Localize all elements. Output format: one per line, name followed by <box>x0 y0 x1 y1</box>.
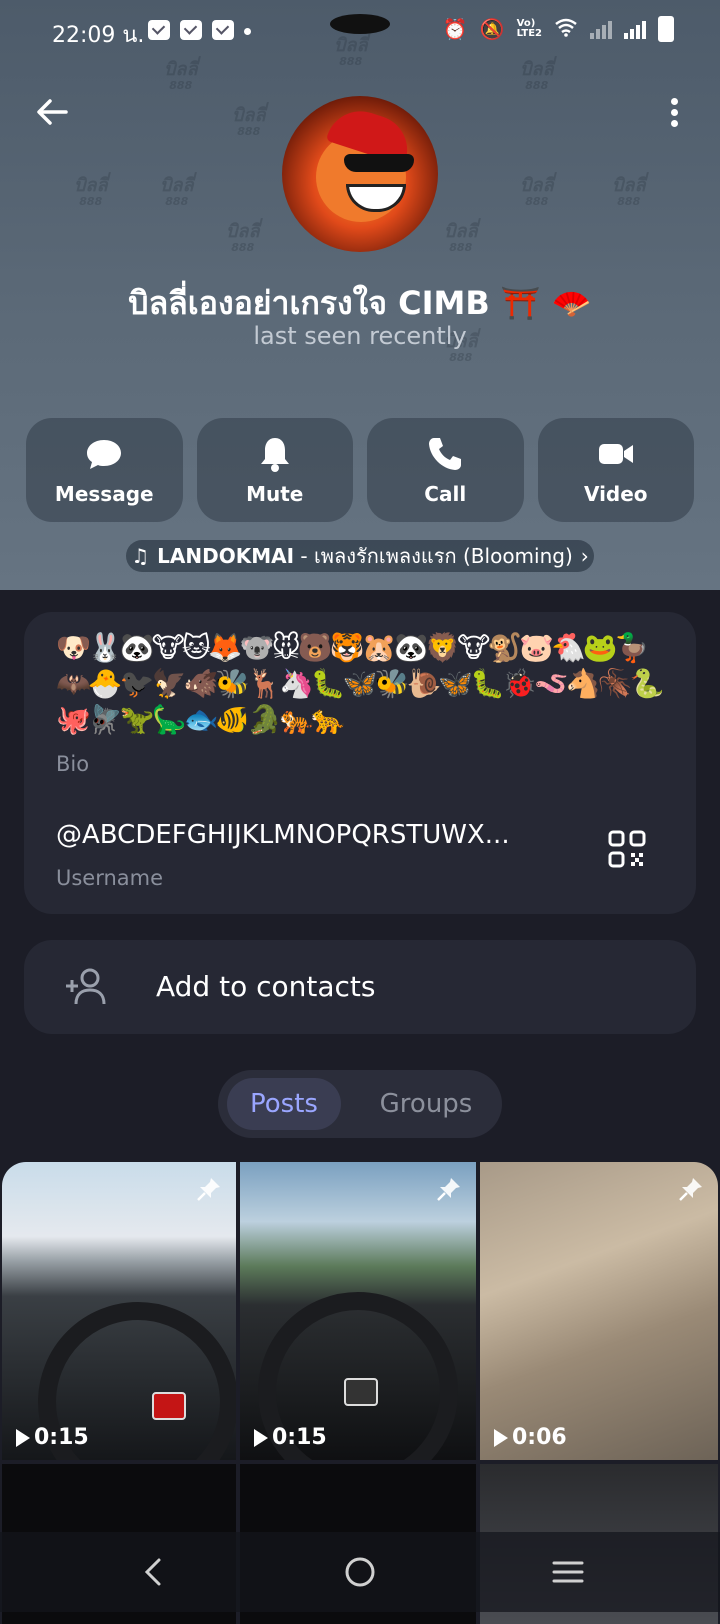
video-button[interactable]: Video <box>537 418 694 522</box>
message-button[interactable]: Message <box>26 418 183 522</box>
status-bar: 22:09 น. ⏰ 🔕 Vo) LTE2 <box>0 0 720 60</box>
music-separator: - <box>294 544 314 568</box>
signal-sim2-icon <box>624 19 646 39</box>
tab-groups[interactable]: Groups <box>358 1078 494 1130</box>
profile-tabs: Posts Groups <box>218 1070 502 1138</box>
music-artist: LANDOKMAI <box>157 544 295 568</box>
username-label: Username <box>56 866 164 890</box>
system-nav-bar <box>0 1532 720 1612</box>
chevron-right-icon: › <box>580 544 589 568</box>
watermark: บิลลี่ 888 <box>74 175 108 209</box>
watermark: บิลลี่ 888 <box>612 175 646 209</box>
bell-icon <box>260 438 289 472</box>
mail-notification-icon <box>180 20 202 40</box>
post-tile[interactable]: 0:15 <box>240 1162 476 1460</box>
signal-sim1-icon <box>590 19 612 39</box>
tab-posts[interactable]: Posts <box>227 1078 341 1130</box>
video-duration: 0:15 <box>254 1425 327 1450</box>
phone-icon <box>429 438 462 470</box>
avatar-sunglasses <box>344 154 414 172</box>
pin-icon <box>437 1178 460 1201</box>
pin-icon <box>679 1178 702 1201</box>
camera-cutout <box>330 14 390 34</box>
nav-back-icon[interactable] <box>134 1552 174 1592</box>
bio-text: 🐶🐰🐼🐮🐱🦊🐨🐭🐻🐯🐹🐼🦁🐮🐒🐷🐔🐸🦆🦇🐣🐦‍⬛🦅🐗🐝🦌🦄🐛🦋🐝🐌🦋🐛🐞🪱🐴🪳🐍… <box>56 631 664 736</box>
add-to-contacts-row[interactable]: Add to contacts <box>24 940 696 1034</box>
watermark: บิลลี่ 888 <box>160 175 194 209</box>
action-buttons: Message Mute Call Video <box>26 418 694 522</box>
bio-label: Bio <box>56 752 90 776</box>
message-label: Message <box>54 482 154 506</box>
call-button[interactable]: Call <box>367 418 524 522</box>
watermark: บิลลี่ 888 <box>232 105 266 139</box>
mute-label: Mute <box>246 482 304 506</box>
clock: 22:09 น. <box>52 23 145 48</box>
volte-icon: Vo) LTE2 <box>516 18 542 39</box>
post-tile[interactable]: 0:06 <box>480 1162 718 1460</box>
play-icon <box>16 1428 30 1447</box>
call-label: Call <box>424 482 467 506</box>
music-title: เพลงรักเพลงแรก (Blooming) <box>313 544 573 568</box>
mail-notification-icon <box>212 20 234 40</box>
alarm-icon: ⏰ <box>442 17 468 41</box>
music-note-icon: ♫ <box>131 544 150 568</box>
nav-home-icon[interactable] <box>340 1552 380 1592</box>
mute-button[interactable]: Mute <box>196 418 353 522</box>
system-icons: ⏰ 🔕 Vo) LTE2 <box>443 16 674 42</box>
nav-recents-icon[interactable] <box>548 1552 588 1592</box>
back-button[interactable] <box>32 92 72 132</box>
video-icon <box>598 444 633 464</box>
video-duration: 0:06 <box>494 1425 567 1450</box>
video-label: Video <box>583 482 648 506</box>
more-options-button[interactable] <box>664 94 684 134</box>
mute-bell-icon: 🔕 <box>479 17 505 41</box>
video-duration: 0:15 <box>16 1425 89 1450</box>
honda-logo <box>152 1392 186 1420</box>
watermark: บิลลี่ 888 <box>226 221 260 255</box>
battery-icon <box>658 16 674 42</box>
info-card: 🐶🐰🐼🐮🐱🦊🐨🐭🐻🐯🐹🐼🦁🐮🐒🐷🐔🐸🦆🦇🐣🐦‍⬛🦅🐗🐝🦌🦄🐛🦋🐝🐌🦋🐛🐞🪱🐴🪳🐍… <box>24 612 696 914</box>
mail-notification-icon <box>148 20 170 40</box>
wifi-icon <box>554 17 578 42</box>
profile-music[interactable]: ♫ LANDOKMAI - เพลงรักเพลงแรก (Blooming) … <box>126 540 594 572</box>
watermark: บิลลี่ 888 <box>164 59 198 93</box>
watermark: บิลลี่ 888 <box>520 59 554 93</box>
username-value[interactable]: @ABCDEFGHIJKLMNOPQRSTUWX... <box>56 820 510 850</box>
avatar[interactable] <box>282 96 438 252</box>
arrow-left-icon <box>37 99 68 125</box>
watermark: บิลลี่ 888 <box>444 221 478 255</box>
more-notifications-icon <box>244 28 251 35</box>
qr-code-icon[interactable] <box>608 830 646 868</box>
pin-icon <box>197 1178 220 1201</box>
last-seen-status: last seen recently <box>253 322 467 350</box>
play-icon <box>494 1428 508 1447</box>
post-tile[interactable]: 0:15 <box>2 1162 236 1460</box>
add-to-contacts-label: Add to contacts <box>156 970 376 1003</box>
add-user-icon <box>66 968 106 1005</box>
honda-logo <box>344 1378 378 1406</box>
watermark: บิลลี่ 888 <box>520 175 554 209</box>
message-icon <box>87 440 122 469</box>
play-icon <box>254 1428 268 1447</box>
